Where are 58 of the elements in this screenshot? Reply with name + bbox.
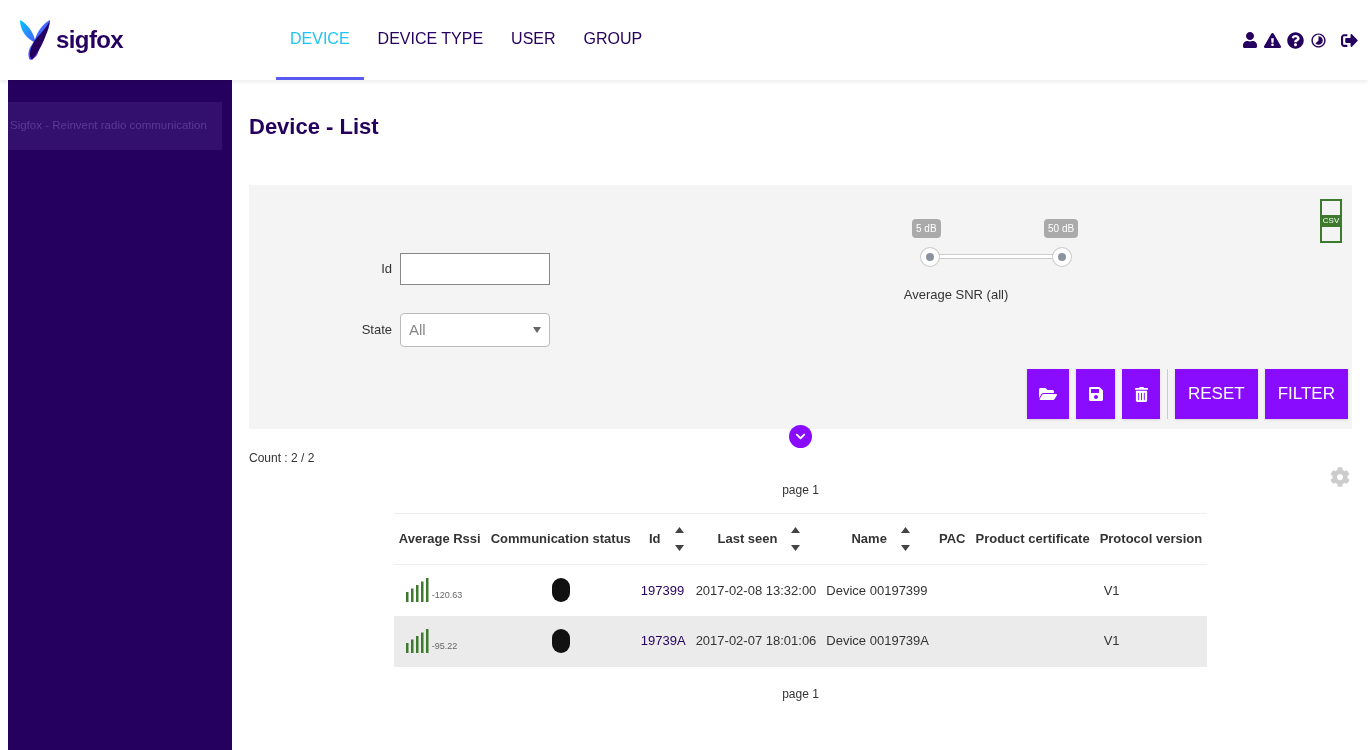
- slider-label: Average SNR (all): [903, 286, 1009, 304]
- slider-value-label: 50 dB: [1044, 219, 1079, 238]
- nav-tab[interactable]: DEVICE TYPE: [363, 0, 498, 80]
- device-id-link[interactable]: 197399: [640, 582, 685, 598]
- signal-bars-icon: [405, 629, 432, 653]
- table-cell: 2017-02-08 13:32:00: [695, 582, 817, 598]
- id-input-field[interactable]: [400, 253, 550, 285]
- field-label: State: [361, 321, 392, 340]
- page-title: Device - List: [249, 113, 379, 141]
- slider-thumb[interactable]: [1053, 248, 1071, 266]
- clock-icon[interactable]: [1310, 31, 1327, 49]
- page-indicator: page 1: [782, 685, 819, 703]
- sort-arrows-icon[interactable]: [900, 526, 910, 552]
- sort-arrows-icon[interactable]: [674, 526, 684, 552]
- column-header: Name: [850, 530, 888, 549]
- nav-tab[interactable]: USER: [497, 0, 570, 80]
- table-cell: Device 00197399: [826, 582, 928, 598]
- column-header: Last seen: [716, 530, 779, 549]
- table-cell: 2017-02-07 18:01:06: [695, 633, 817, 649]
- sort-arrows-icon[interactable]: [791, 526, 801, 552]
- column-header: Average Rssi: [398, 530, 481, 549]
- column-header: Protocol version: [1099, 530, 1203, 549]
- logo-text: sigfox: [56, 25, 124, 55]
- logout-icon[interactable]: [1341, 31, 1358, 49]
- slider-value-label: 5 dB: [912, 219, 941, 238]
- column-header: Product certificate: [975, 530, 1090, 549]
- warning-icon[interactable]: [1264, 31, 1281, 49]
- range-slider[interactable]: [921, 248, 1071, 266]
- rssi-value: -120.63: [431, 588, 463, 602]
- table-cell: V1: [1103, 582, 1120, 598]
- table-cell: V1: [1103, 633, 1120, 649]
- column-header: Communication status: [490, 530, 631, 549]
- table-cell: Device 0019739A: [826, 633, 929, 649]
- csv-file-icon[interactable]: CSV: [1320, 199, 1342, 243]
- signal-bars-icon: [405, 578, 432, 603]
- expand-button[interactable]: [789, 425, 812, 448]
- action-button[interactable]: RESET: [1175, 369, 1258, 419]
- chevron-down-icon: [795, 431, 806, 442]
- save-button[interactable]: [1076, 369, 1115, 419]
- column-header: PAC: [939, 530, 966, 549]
- open-folder-button[interactable]: [1027, 369, 1069, 419]
- delete-button[interactable]: [1122, 369, 1160, 419]
- action-button[interactable]: FILTER: [1264, 369, 1348, 419]
- user-icon[interactable]: [1242, 32, 1258, 48]
- count-text: Count : 2 / 2: [249, 450, 315, 467]
- device-id-link[interactable]: 19739A: [640, 633, 686, 649]
- help-icon[interactable]: [1287, 31, 1304, 49]
- state-select[interactable]: All: [400, 313, 550, 347]
- dropdown-caret-icon[interactable]: [533, 327, 541, 333]
- folder-icon: [1039, 385, 1057, 403]
- nav-tab[interactable]: GROUP: [569, 0, 657, 80]
- field-label: Id: [381, 260, 392, 279]
- slider-thumb[interactable]: [921, 248, 939, 266]
- butterfly-logo-icon: [18, 18, 52, 62]
- trash-icon: [1133, 386, 1149, 402]
- page-indicator: page 1: [782, 482, 819, 499]
- column-header: Id: [647, 530, 662, 549]
- rssi-value: -95.22: [431, 639, 458, 653]
